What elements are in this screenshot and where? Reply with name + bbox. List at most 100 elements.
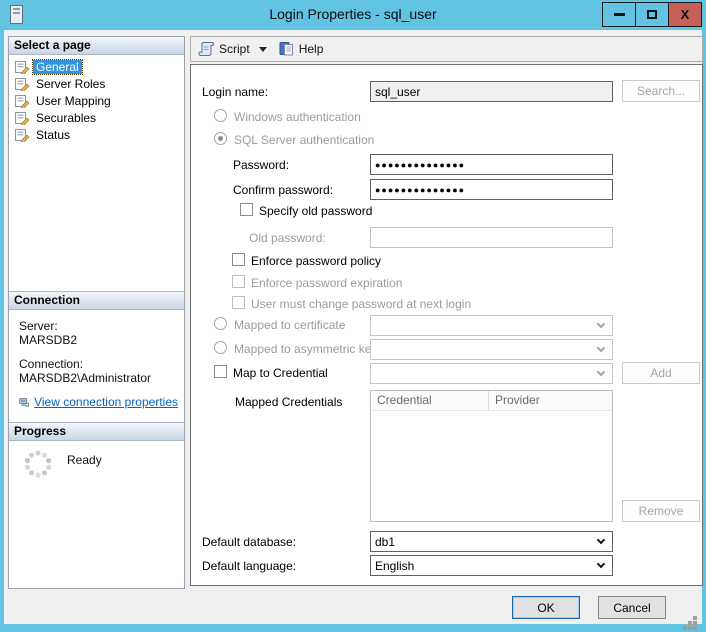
- maximize-icon: [647, 10, 657, 19]
- enforce-policy-checkbox[interactable]: [232, 253, 245, 266]
- script-dropdown-icon[interactable]: [259, 47, 267, 52]
- confirm-password-input[interactable]: ●●●●●●●●●●●●●●: [370, 179, 613, 200]
- mapped-credentials-table[interactable]: Credential Provider: [370, 390, 613, 522]
- dialog-body: Select a page General Server Roles User …: [4, 30, 702, 624]
- sidebar-item-label: User Mapping: [33, 94, 114, 108]
- progress-panel: Ready: [9, 441, 184, 589]
- script-button[interactable]: Script: [198, 41, 250, 57]
- script-label: Script: [219, 42, 250, 56]
- view-connection-properties-link[interactable]: View connection properties: [34, 395, 178, 409]
- minimize-button[interactable]: [602, 2, 636, 27]
- password-input[interactable]: ●●●●●●●●●●●●●●: [370, 154, 613, 175]
- select-a-page-header: Select a page: [9, 37, 184, 55]
- mapped-asymmetric-radio[interactable]: [214, 341, 227, 354]
- ready-spinner-icon: [22, 448, 54, 483]
- page-icon: [14, 111, 30, 125]
- default-database-combo[interactable]: db1: [370, 531, 613, 552]
- sql-auth-label: SQL Server authentication: [234, 133, 374, 147]
- old-password-label: Old password:: [249, 231, 326, 245]
- cancel-button[interactable]: Cancel: [598, 596, 666, 619]
- general-page-form: Login name: sql_user Search... Windows a…: [190, 64, 703, 586]
- window-title: Login Properties - sql_user: [0, 6, 706, 22]
- sidebar: Select a page General Server Roles User …: [8, 36, 185, 589]
- progress-header: Progress: [9, 422, 184, 441]
- windows-auth-radio[interactable]: [214, 109, 227, 122]
- login-name-label: Login name:: [202, 85, 268, 99]
- specify-old-password-checkbox[interactable]: [240, 203, 253, 216]
- chevron-down-icon: [597, 560, 605, 568]
- login-name-input[interactable]: sql_user: [370, 81, 613, 102]
- page-icon: [14, 60, 30, 74]
- default-database-value: db1: [375, 535, 395, 549]
- chevron-down-icon: [597, 368, 605, 376]
- connection-value: MARSDB2\Administrator: [19, 371, 178, 385]
- connection-info: Server: MARSDB2 Connection: MARSDB2\Admi…: [9, 310, 184, 422]
- connection-header: Connection: [9, 291, 184, 310]
- remove-button[interactable]: Remove: [622, 500, 700, 522]
- credential-combo[interactable]: [370, 363, 613, 384]
- confirm-password-label: Confirm password:: [233, 183, 333, 197]
- provider-column-header[interactable]: Provider: [489, 391, 612, 411]
- map-credential-checkbox[interactable]: [214, 365, 227, 378]
- chevron-down-icon: [597, 536, 605, 544]
- resize-grip[interactable]: [693, 616, 697, 620]
- sidebar-item-server-roles[interactable]: Server Roles: [9, 75, 184, 92]
- sidebar-item-label: Server Roles: [33, 77, 108, 91]
- chevron-down-icon: [597, 320, 605, 328]
- close-icon: X: [681, 7, 690, 22]
- login-properties-window: Login Properties - sql_user X Select a p…: [0, 0, 706, 632]
- default-database-label: Default database:: [202, 535, 296, 549]
- close-button[interactable]: X: [668, 2, 702, 27]
- page-icon: [14, 94, 30, 108]
- sidebar-item-label: Securables: [33, 111, 99, 125]
- password-label: Password:: [233, 158, 289, 172]
- sidebar-item-user-mapping[interactable]: User Mapping: [9, 92, 184, 109]
- asymmetric-key-combo[interactable]: [370, 339, 613, 360]
- sidebar-item-securables[interactable]: Securables: [9, 109, 184, 126]
- sidebar-item-status[interactable]: Status: [9, 126, 184, 143]
- mapped-credentials-label: Mapped Credentials: [235, 395, 342, 409]
- enforce-expiration-checkbox[interactable]: [232, 275, 245, 288]
- script-icon: [198, 41, 215, 57]
- must-change-password-checkbox[interactable]: [232, 296, 245, 309]
- enforce-policy-label: Enforce password policy: [251, 254, 381, 268]
- dialog-toolbar: Script Help: [190, 36, 703, 62]
- table-header-row: Credential Provider: [371, 391, 612, 411]
- help-icon: [278, 41, 295, 57]
- sidebar-item-general[interactable]: General: [9, 58, 184, 75]
- old-password-input[interactable]: [370, 227, 613, 248]
- server-value: MARSDB2: [19, 333, 178, 347]
- page-icon: [14, 128, 30, 142]
- page-list: General Server Roles User Mapping Secura…: [9, 55, 184, 291]
- connection-label: Connection:: [19, 357, 178, 371]
- credential-column-header[interactable]: Credential: [371, 391, 489, 411]
- default-language-combo[interactable]: English: [370, 555, 613, 576]
- sidebar-item-label: General: [33, 60, 82, 74]
- progress-status: Ready: [67, 453, 102, 467]
- must-change-password-label: User must change password at next login: [251, 297, 471, 311]
- enforce-expiration-label: Enforce password expiration: [251, 276, 402, 290]
- maximize-button[interactable]: [635, 2, 669, 27]
- windows-auth-label: Windows authentication: [234, 110, 361, 124]
- sql-auth-radio[interactable]: [214, 132, 227, 145]
- add-button[interactable]: Add: [622, 362, 700, 384]
- map-credential-label: Map to Credential: [233, 366, 328, 380]
- minimize-icon: [614, 13, 625, 16]
- server-label: Server:: [19, 319, 178, 333]
- ok-button[interactable]: OK: [512, 596, 580, 619]
- mapped-asymmetric-label: Mapped to asymmetric key: [234, 342, 377, 356]
- help-label: Help: [299, 42, 324, 56]
- help-button[interactable]: Help: [278, 41, 324, 57]
- mapped-certificate-radio[interactable]: [214, 317, 227, 330]
- search-button[interactable]: Search...: [622, 80, 700, 102]
- certificate-combo[interactable]: [370, 315, 613, 336]
- footer: OK Cancel: [4, 592, 702, 624]
- view-connection-icon: [19, 395, 29, 410]
- mapped-certificate-label: Mapped to certificate: [234, 318, 345, 332]
- sidebar-item-label: Status: [33, 128, 73, 142]
- default-language-label: Default language:: [202, 559, 296, 573]
- chevron-down-icon: [597, 344, 605, 352]
- default-language-value: English: [375, 559, 414, 573]
- titlebar[interactable]: Login Properties - sql_user X: [0, 0, 706, 30]
- page-icon: [14, 77, 30, 91]
